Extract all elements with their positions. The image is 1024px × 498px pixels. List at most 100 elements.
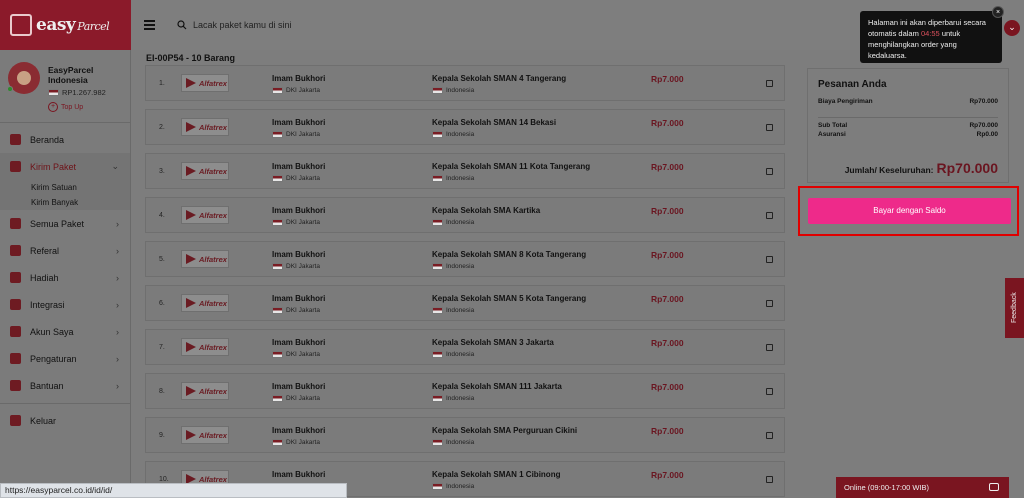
sender-name: Imam Bukhori: [272, 162, 326, 171]
alfatrex-logo-icon: [186, 254, 196, 264]
receiver-name: Kepala Sekolah SMA Kartika: [432, 206, 541, 215]
chevron-down-icon: ⌄: [111, 161, 119, 171]
sidebar-item-hadiah[interactable]: Hadiah ›: [0, 264, 130, 291]
divider: [0, 403, 130, 404]
parcel-price: Rp7.000: [651, 426, 684, 436]
search-bar[interactable]: Lacak paket kamu di sini: [177, 20, 292, 30]
row-number: 6.: [159, 300, 165, 307]
receiver-name: Kepala Sekolah SMAN 4 Tangerang: [432, 74, 567, 83]
sender-name: Imam Bukhori: [272, 250, 326, 259]
indonesia-flag-icon: [432, 483, 443, 490]
indonesia-flag-icon: [432, 395, 443, 402]
sidebar-item-semua-paket[interactable]: Semua Paket ›: [0, 210, 130, 237]
parcel-list: EI-00P54 - 10 Barang 1. Alfatrex Imam Bukh…: [131, 50, 791, 498]
alfatrex-logo-icon: [186, 122, 196, 132]
parcel-row[interactable]: 4. Alfatrex Imam Bukhori DKI Jakarta Kepala …: [145, 197, 785, 233]
receiver-name: Kepala Sekolah SMAN 8 Kota Tangerang: [432, 250, 587, 259]
parcel-row[interactable]: 6. Alfatrex Imam Bukhori DKI Jakarta Kepala …: [145, 285, 785, 321]
profile-name: EasyParcel Indonesia: [48, 65, 94, 85]
parcel-price: Rp7.000: [651, 250, 684, 260]
online-chat-bar[interactable]: Online (09:00-17:00 WIB): [836, 477, 1009, 498]
edit-icon[interactable]: [766, 388, 773, 395]
parcel-row[interactable]: 9. Alfatrex Imam Bukhori DKI Jakarta Kepala …: [145, 417, 785, 453]
parcel-row[interactable]: 8. Alfatrex Imam Bukhori DKI Jakarta Kepala …: [145, 373, 785, 409]
user-icon: [10, 326, 21, 337]
parcel-row[interactable]: 2. Alfatrex Imam Bukhori DKI Jakarta Kepala …: [145, 109, 785, 145]
alfatrex-logo-icon: [186, 298, 196, 308]
edit-icon[interactable]: [766, 80, 773, 87]
sender-name: Imam Bukhori: [272, 426, 326, 435]
indonesia-flag-icon: [272, 87, 283, 94]
parcel-row[interactable]: 7. Alfatrex Imam Bukhori DKI Jakarta Kepala …: [145, 329, 785, 365]
sender-location: DKI Jakarta: [272, 439, 320, 446]
subtotal-row: Sub Total Rp70.000: [818, 117, 998, 131]
receiver-location: Indonesia: [432, 131, 474, 138]
hamburger-menu-icon[interactable]: [144, 20, 155, 30]
indonesia-flag-icon: [272, 175, 283, 182]
parcel-row[interactable]: 5. Alfatrex Imam Bukhori DKI Jakarta Kepala …: [145, 241, 785, 277]
indonesia-flag-icon: [432, 351, 443, 358]
alfatrex-logo-icon: [186, 342, 196, 352]
edit-icon[interactable]: [766, 476, 773, 483]
edit-icon[interactable]: [766, 168, 773, 175]
boxes-icon: [10, 218, 21, 229]
box-logo-icon: [10, 14, 32, 36]
sidebar-item-kirim-paket[interactable]: Kirim Paket ⌄: [0, 153, 130, 180]
edit-icon[interactable]: [766, 344, 773, 351]
sender-name: Imam Bukhori: [272, 382, 326, 391]
carrier-logo: Alfatrex: [181, 250, 229, 268]
chevron-down-icon[interactable]: ⌄: [1004, 20, 1020, 36]
sidebar-item-pengaturan[interactable]: Pengaturan ›: [0, 345, 130, 372]
receiver-name: Kepala Sekolah SMAN 111 Jakarta: [432, 382, 562, 391]
sidebar-item-kirim-banyak[interactable]: Kirim Banyak: [0, 195, 130, 210]
edit-icon[interactable]: [766, 432, 773, 439]
brand-logo[interactable]: easy Parcel: [0, 0, 131, 50]
topup-link[interactable]: Top Up: [48, 102, 130, 112]
parcel-price: Rp7.000: [651, 470, 684, 480]
sidebar-item-kirim-satuan[interactable]: Kirim Satuan: [0, 180, 130, 195]
sidebar-item-referal[interactable]: Referal ›: [0, 237, 130, 264]
parcel-price: Rp7.000: [651, 74, 684, 84]
parcel-row[interactable]: 1. Alfatrex Imam Bukhori DKI Jakarta Kepala …: [145, 65, 785, 101]
sender-name: Imam Bukhori: [272, 470, 326, 479]
batch-title: EI-00P54 - 10 Barang: [146, 53, 236, 63]
feedback-tab[interactable]: Feedback: [1005, 278, 1024, 338]
edit-icon[interactable]: [766, 124, 773, 131]
pay-with-balance-button[interactable]: Bayar dengan Saldo: [808, 198, 1011, 224]
dashboard-icon: [10, 134, 21, 145]
edit-icon[interactable]: [766, 256, 773, 263]
alfatrex-logo-icon: [186, 210, 196, 220]
sidebar-item-keluar[interactable]: Keluar: [0, 407, 130, 434]
indonesia-flag-icon: [432, 175, 443, 182]
receiver-name: Kepala Sekolah SMAN 5 Kota Tangerang: [432, 294, 587, 303]
chevron-right-icon: ›: [116, 218, 119, 229]
chat-icon: [989, 483, 999, 491]
carrier-logo: Alfatrex: [181, 162, 229, 180]
alfatrex-logo-icon: [186, 166, 196, 176]
indonesia-flag-icon: [272, 351, 283, 358]
carrier-logo: Alfatrex: [181, 426, 229, 444]
chevron-right-icon: ›: [116, 245, 119, 256]
indonesia-flag-icon: [272, 219, 283, 226]
kirim-paket-submenu: Kirim Satuan Kirim Banyak: [0, 180, 130, 210]
indonesia-flag-icon: [432, 439, 443, 446]
indonesia-flag-icon: [272, 307, 283, 314]
search-icon: [177, 20, 187, 30]
edit-icon[interactable]: [766, 300, 773, 307]
row-number: 2.: [159, 124, 165, 131]
sidebar-item-akun-saya[interactable]: Akun Saya ›: [0, 318, 130, 345]
auto-refresh-tooltip: Halaman ini akan diperbarui secara otoma…: [860, 6, 1004, 63]
sidebar-item-integrasi[interactable]: Integrasi ›: [0, 291, 130, 318]
close-icon[interactable]: ×: [992, 6, 1004, 18]
gear-icon: [10, 353, 21, 364]
edit-icon[interactable]: [766, 212, 773, 219]
parcel-row[interactable]: 3. Alfatrex Imam Bukhori DKI Jakarta Kepala …: [145, 153, 785, 189]
search-input[interactable]: Lacak paket kamu di sini: [193, 20, 292, 30]
chevron-right-icon: ›: [116, 272, 119, 283]
sidebar-item-bantuan[interactable]: Bantuan ›: [0, 372, 130, 399]
gift-icon: [10, 272, 21, 283]
carrier-logo: Alfatrex: [181, 294, 229, 312]
sidebar-item-beranda[interactable]: Beranda: [0, 126, 130, 153]
avatar[interactable]: [7, 62, 40, 94]
indonesia-flag-icon: [272, 263, 283, 270]
